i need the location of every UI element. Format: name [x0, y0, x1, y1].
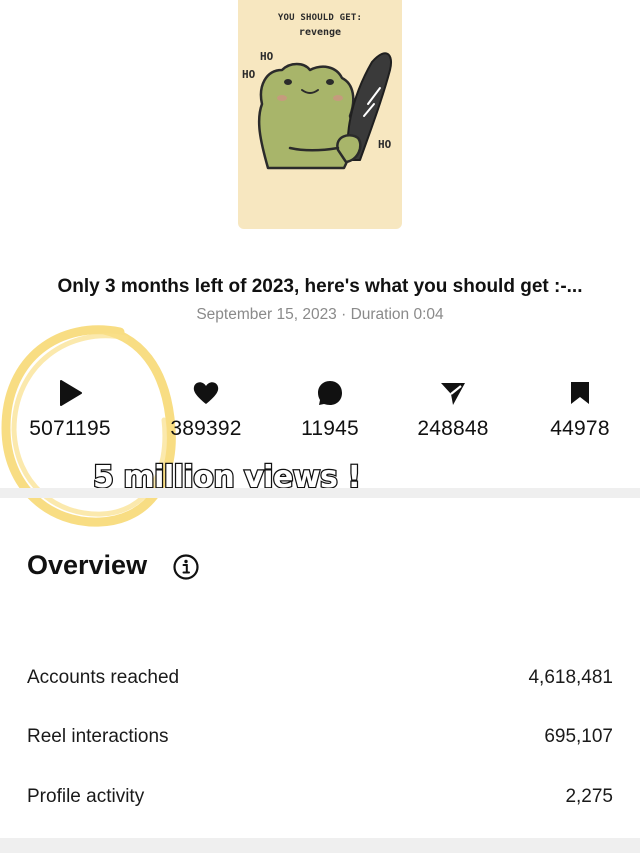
stat-comments-value: 11945 — [301, 417, 359, 440]
heart-icon — [193, 382, 219, 404]
share-icon — [441, 383, 465, 405]
frog-illustration: HO HO HO — [242, 50, 392, 170]
stat-shares-value: 248848 — [417, 417, 489, 440]
overview-row-profile-activity[interactable]: Profile activity 2,275 — [27, 786, 613, 808]
bottom-divider — [0, 838, 640, 853]
ho-text-top: HO — [260, 50, 274, 63]
stat-plays-value: 5071195 — [29, 417, 111, 440]
stat-comments: 11945 — [270, 378, 390, 441]
row-value: 695,107 — [544, 726, 613, 747]
ho-text-right: HO — [378, 138, 392, 151]
bookmark-icon — [571, 382, 589, 404]
stat-saves: 44978 — [520, 378, 640, 441]
play-icon — [60, 380, 82, 406]
row-label: Accounts reached — [27, 667, 180, 688]
overview-row-accounts-reached[interactable]: Accounts reached 4,618,481 — [27, 667, 613, 689]
section-divider — [0, 488, 640, 498]
stat-shares: 248848 — [393, 378, 513, 441]
row-value: 2,275 — [565, 786, 613, 807]
info-icon[interactable] — [172, 553, 200, 581]
reel-thumbnail[interactable]: YOU SHOULD GET: revenge HO HO HO — [238, 0, 402, 229]
row-label: Profile activity — [27, 786, 145, 807]
overview-row-reel-interactions[interactable]: Reel interactions 695,107 — [27, 726, 613, 748]
stat-plays: 5071195 — [10, 378, 130, 441]
stat-likes-value: 389392 — [170, 417, 242, 440]
stat-likes: 389392 — [146, 378, 266, 441]
reel-title: Only 3 months left of 2023, here's what … — [57, 276, 583, 297]
row-value: 4,618,481 — [528, 667, 613, 688]
overview-title: Overview — [27, 550, 148, 580]
comment-icon — [318, 381, 342, 405]
row-label: Reel interactions — [27, 726, 169, 747]
ho-text-left: HO — [242, 68, 256, 81]
stat-saves-value: 44978 — [550, 417, 610, 440]
